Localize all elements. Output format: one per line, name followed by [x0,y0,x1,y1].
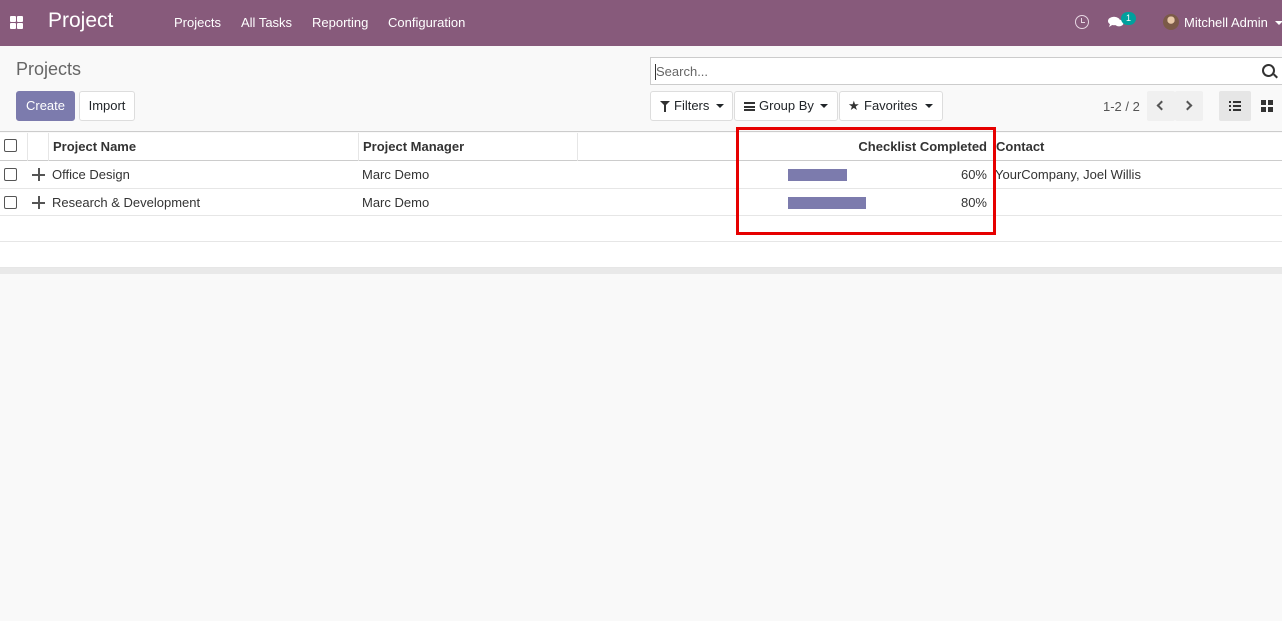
group-by-label: Group By [759,98,814,113]
search-bar [650,57,1282,85]
contact-cell: YourCompany, Joel Willis [995,167,1141,182]
project-name-cell: Research & Development [52,195,201,210]
kanban-view-icon [1261,100,1273,112]
star-icon: ★ [848,98,860,113]
menu-item-projects[interactable]: Projects [174,15,221,30]
table-row[interactable]: Office Design Marc Demo 60% YourCompany,… [0,161,1282,189]
kanban-view-button[interactable] [1251,91,1282,121]
checklist-progress-fill [788,197,867,209]
project-manager-cell: Marc Demo [362,195,430,210]
chevron-right-icon [1182,100,1193,111]
checklist-progress-value: 80% [960,195,987,210]
breadcrumb: Projects [16,59,82,79]
drag-handle-icon[interactable] [32,196,45,209]
drag-handle-icon[interactable] [32,168,45,181]
apps-menu-icon[interactable] [10,16,23,29]
projects-list-table: Project Name Project Manager Checklist C… [0,133,1282,268]
row-checkbox[interactable] [4,168,17,181]
column-divider [358,133,359,161]
checklist-progress-fill [788,169,847,181]
checklist-progress-bar [788,169,886,181]
column-header-project-name[interactable]: Project Name [53,139,136,154]
activities-clock-icon[interactable] [1075,15,1089,29]
pager-next-button[interactable] [1175,91,1203,121]
column-divider [577,133,578,161]
top-navbar: Project Projects All Tasks Reporting Con… [0,0,1282,46]
menu-item-all-tasks[interactable]: All Tasks [241,15,292,30]
search-input[interactable] [656,61,1246,81]
user-avatar[interactable] [1163,14,1179,30]
pager-previous-button[interactable] [1147,91,1175,121]
column-header-checklist-completed[interactable]: Checklist Completed [858,139,987,154]
app-brand[interactable]: Project [48,9,113,33]
column-divider [48,133,49,161]
table-row[interactable]: Research & Development Marc Demo 80% [0,189,1282,216]
user-menu-name[interactable]: Mitchell Admin [1184,15,1268,30]
chevron-down-icon [820,104,828,108]
column-header-contact[interactable]: Contact [996,139,1044,154]
menu-item-reporting[interactable]: Reporting [312,15,368,30]
select-all-checkbox[interactable] [4,139,17,152]
user-menu-caret-icon[interactable] [1275,21,1282,25]
menu-item-configuration[interactable]: Configuration [388,15,465,30]
favorites-dropdown-button[interactable]: ★ Favorites [839,91,943,121]
control-panel: Projects Create Import Filters Group By … [0,46,1282,132]
filters-label: Filters [674,98,710,113]
group-by-bars-icon [744,102,755,111]
empty-table-row [0,216,1282,242]
group-by-dropdown-button[interactable]: Group By [734,91,838,121]
import-button[interactable]: Import [79,91,135,121]
project-name-cell: Office Design [52,167,130,182]
chevron-left-icon [1156,100,1167,111]
filter-funnel-icon [660,101,670,112]
row-checkbox[interactable] [4,196,17,209]
project-manager-cell: Marc Demo [362,167,430,182]
text-cursor [655,64,656,80]
list-view-button[interactable] [1219,91,1251,121]
create-button[interactable]: Create [16,91,75,121]
list-view-icon [1229,101,1241,111]
table-header-row: Project Name Project Manager Checklist C… [0,133,1282,161]
column-divider [27,133,28,161]
column-header-project-manager[interactable]: Project Manager [363,139,464,154]
table-footer-divider [0,268,1282,274]
favorites-label: Favorites [864,98,918,113]
checklist-progress-bar [788,197,886,209]
chevron-down-icon [925,104,933,108]
chat-counter-badge: 1 [1121,12,1136,25]
pager-value[interactable]: 1-2 / 2 [1103,99,1140,114]
checklist-progress-value: 60% [960,167,987,182]
empty-table-row [0,242,1282,268]
search-icon[interactable] [1262,64,1275,77]
chevron-down-icon [716,104,724,108]
filters-dropdown-button[interactable]: Filters [650,91,733,121]
